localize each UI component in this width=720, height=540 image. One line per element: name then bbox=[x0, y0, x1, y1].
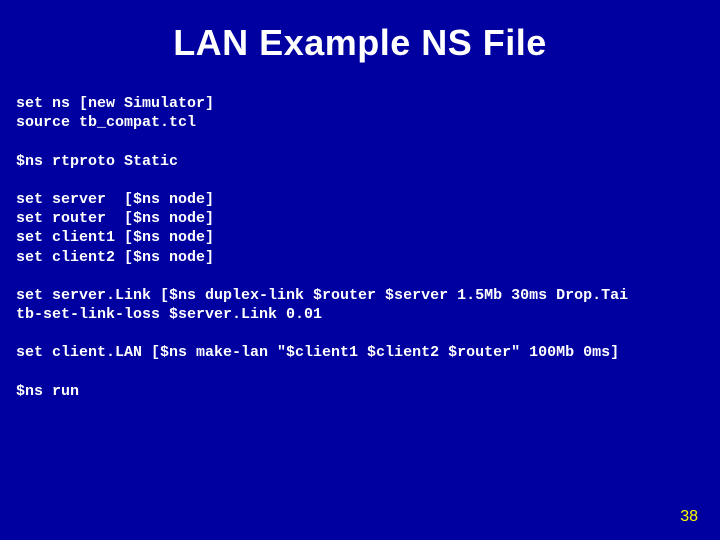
code-line: $ns run bbox=[16, 383, 79, 400]
code-line: set client2 [$ns node] bbox=[16, 249, 214, 266]
slide-title: LAN Example NS File bbox=[0, 0, 720, 94]
code-line: tb-set-link-loss $server.Link 0.01 bbox=[16, 306, 322, 323]
code-line: source tb_compat.tcl bbox=[16, 114, 196, 131]
code-line: set server [$ns node] bbox=[16, 191, 214, 208]
code-line: set client.LAN [$ns make-lan "$client1 $… bbox=[16, 344, 619, 361]
page-number: 38 bbox=[680, 508, 698, 526]
code-line: set client1 [$ns node] bbox=[16, 229, 214, 246]
slide: LAN Example NS File set ns [new Simulato… bbox=[0, 0, 720, 540]
code-line: set server.Link [$ns duplex-link $router… bbox=[16, 287, 628, 304]
code-line: $ns rtproto Static bbox=[16, 153, 178, 170]
code-line: set router [$ns node] bbox=[16, 210, 214, 227]
code-block: set ns [new Simulator] source tb_compat.… bbox=[0, 94, 720, 401]
code-line: set ns [new Simulator] bbox=[16, 95, 214, 112]
